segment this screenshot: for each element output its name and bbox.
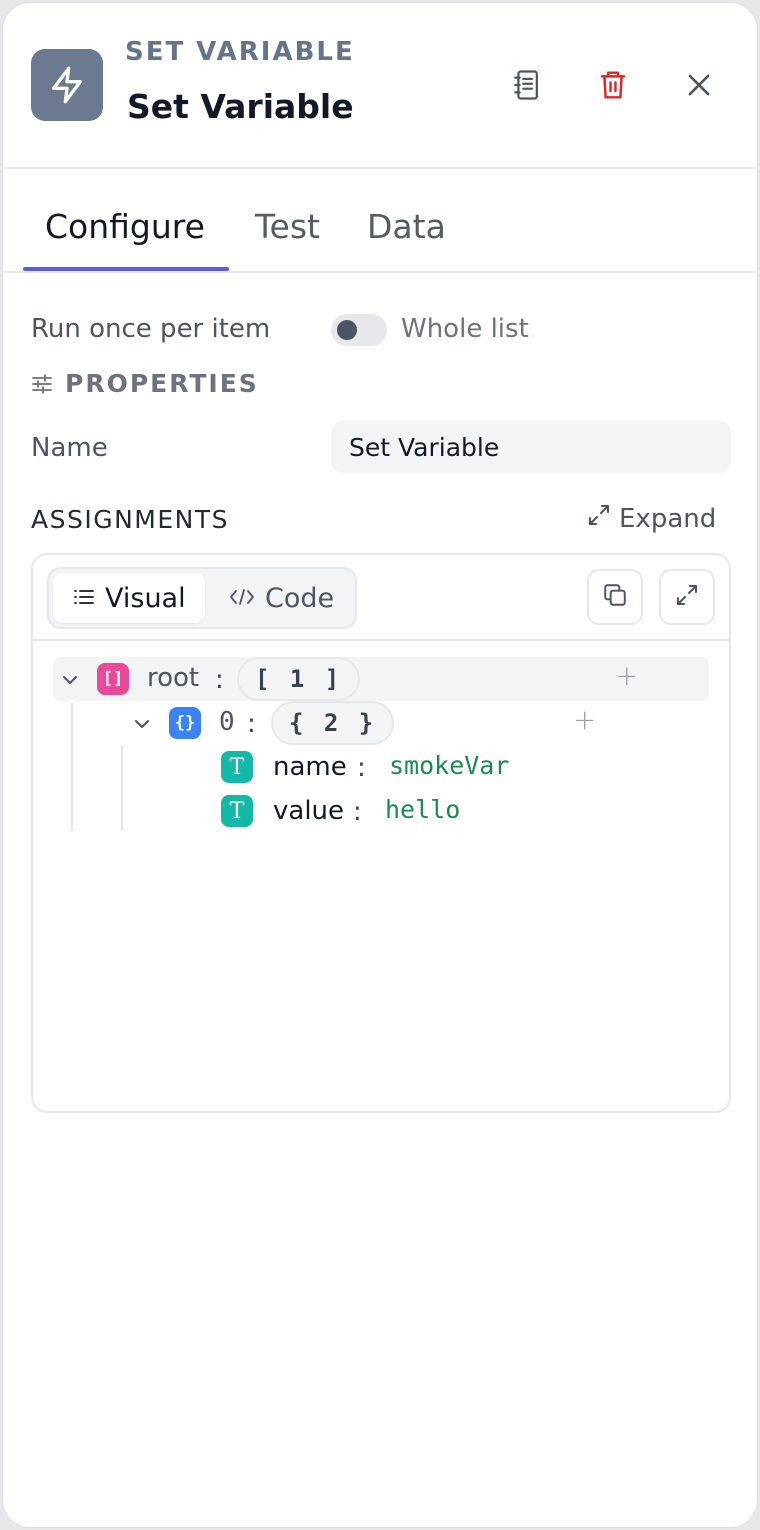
object-type-icon: {} bbox=[169, 707, 201, 739]
field-value-name[interactable]: smokeVar bbox=[389, 751, 509, 780]
active-tab-indicator bbox=[23, 267, 229, 271]
sliders-icon bbox=[31, 373, 53, 395]
copy-button[interactable] bbox=[587, 569, 643, 625]
editor-toolbar: Visual Code bbox=[33, 555, 729, 641]
visual-mode-button[interactable]: Visual bbox=[53, 573, 205, 623]
expand-label: Expand bbox=[619, 503, 717, 534]
node-config-panel: SET VARIABLE Set Variable Configure Test… bbox=[2, 2, 758, 1528]
field-key-value: value bbox=[273, 796, 345, 826]
notes-button[interactable] bbox=[505, 65, 549, 109]
node-title: Set Variable bbox=[127, 87, 354, 126]
colon-separator: : bbox=[215, 665, 224, 695]
colon-separator: : bbox=[353, 797, 362, 827]
expand-button[interactable]: Expand bbox=[587, 503, 716, 534]
fullscreen-button[interactable] bbox=[659, 569, 715, 625]
tab-bar: Configure Test Data bbox=[3, 171, 757, 273]
tree-guide-line bbox=[71, 703, 73, 831]
panel-header: SET VARIABLE Set Variable bbox=[3, 3, 757, 169]
tab-data[interactable]: Data bbox=[367, 207, 446, 246]
tab-test[interactable]: Test bbox=[255, 207, 320, 246]
chevron-down-icon[interactable] bbox=[131, 713, 153, 735]
run-once-toggle[interactable] bbox=[331, 314, 387, 346]
name-input[interactable] bbox=[331, 421, 731, 473]
item-count-badge: { 2 } bbox=[271, 701, 395, 745]
properties-heading: PROPERTIES bbox=[65, 369, 259, 398]
close-button[interactable] bbox=[677, 65, 721, 109]
close-icon bbox=[686, 72, 712, 102]
expand-icon bbox=[587, 503, 611, 534]
notebook-icon bbox=[512, 69, 542, 105]
tab-configure[interactable]: Configure bbox=[45, 207, 205, 246]
root-key: root bbox=[147, 663, 200, 693]
array-type-icon: [] bbox=[97, 663, 129, 695]
code-mode-button[interactable]: Code bbox=[209, 573, 353, 623]
colon-separator: : bbox=[357, 753, 366, 783]
tree-guide-line bbox=[121, 745, 123, 831]
code-mode-label: Code bbox=[265, 582, 335, 614]
list-icon bbox=[73, 583, 95, 614]
string-type-icon: T bbox=[221, 751, 253, 783]
colon-separator: : bbox=[247, 709, 256, 739]
item-index-key: 0 bbox=[219, 707, 235, 737]
assignments-editor: Visual Code [] root: [1] + {} 0: {2… bbox=[31, 553, 731, 1113]
string-type-icon: T bbox=[221, 795, 253, 827]
field-key-name: name bbox=[273, 752, 347, 782]
lightning-icon bbox=[31, 49, 103, 121]
field-value-value[interactable]: hello bbox=[385, 795, 460, 824]
toggle-knob bbox=[337, 320, 357, 340]
node-type-label: SET VARIABLE bbox=[125, 37, 355, 67]
mode-switcher: Visual Code bbox=[47, 567, 357, 629]
maximize-icon bbox=[675, 583, 699, 611]
code-icon bbox=[229, 583, 255, 614]
delete-button[interactable] bbox=[591, 65, 635, 109]
name-label: Name bbox=[31, 433, 108, 463]
whole-list-label: Whole list bbox=[401, 314, 529, 344]
visual-mode-label: Visual bbox=[105, 582, 186, 614]
copy-icon bbox=[602, 582, 628, 612]
assignments-heading: ASSIGNMENTS bbox=[31, 505, 229, 534]
add-item-button[interactable]: + bbox=[615, 659, 638, 692]
trash-icon bbox=[599, 69, 627, 105]
add-field-button[interactable]: + bbox=[573, 703, 596, 736]
run-once-label: Run once per item bbox=[31, 314, 271, 344]
chevron-down-icon[interactable] bbox=[59, 669, 81, 691]
root-count-badge: [ 1 ] bbox=[237, 657, 361, 701]
